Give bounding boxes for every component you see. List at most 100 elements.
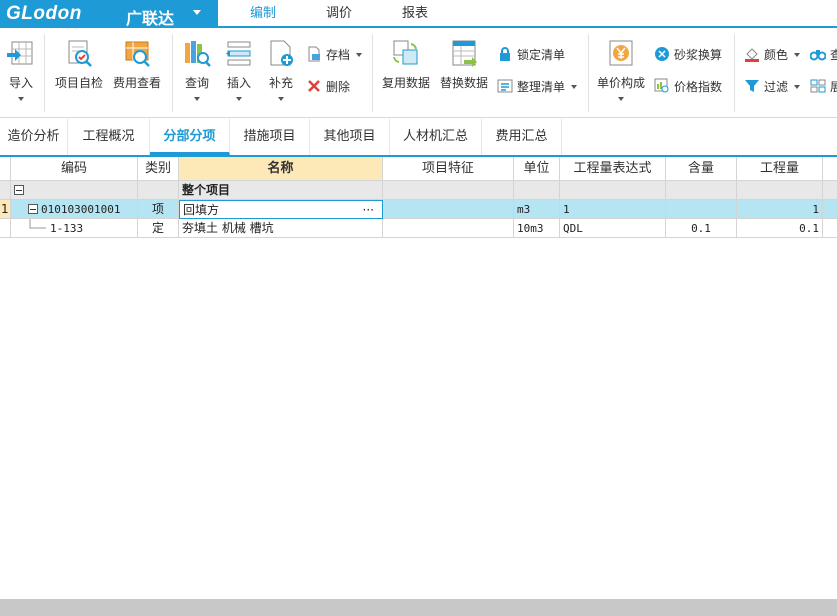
column-header-feature[interactable]: 项目特征 [383, 157, 514, 181]
table-cell-unit[interactable]: 10m3 [514, 219, 560, 238]
row-number: 1 [0, 200, 11, 219]
title-bar: GLodon 广联达 编制 调价 报表 [0, 0, 837, 28]
column-header-name[interactable]: 名称 [179, 157, 383, 181]
column-header-expression[interactable]: 工程量表达式 [560, 157, 666, 181]
table-cell-expression[interactable]: QDL [560, 219, 666, 238]
collapse-toggle-icon[interactable] [28, 204, 38, 214]
self-check-icon [68, 40, 92, 67]
menu-tab-report[interactable]: 报表 [378, 0, 452, 28]
dropdown-arrow-icon [18, 97, 24, 101]
app-logo-menu[interactable]: GLodon 广联达 [0, 0, 218, 28]
lock-icon [500, 47, 510, 61]
sort-list-icon [497, 79, 513, 93]
column-header-unit[interactable]: 单位 [514, 157, 560, 181]
ribbon-divider [734, 34, 735, 112]
row-number [0, 219, 11, 238]
table-row-code[interactable] [11, 181, 138, 200]
mortar-conversion-button[interactable]: 砂浆换算 [654, 45, 722, 65]
table-cell-content[interactable]: 0.1 [666, 219, 737, 238]
table-cell-content[interactable] [666, 181, 737, 200]
table-cell-unit[interactable]: m3 [514, 200, 560, 219]
import-button[interactable]: 导入 [4, 38, 38, 101]
table-cell-expression[interactable] [560, 181, 666, 200]
color-button[interactable]: 颜色 [744, 45, 801, 65]
logo-cn: 广联达 [126, 9, 175, 28]
table-cell-feature[interactable] [383, 219, 514, 238]
import-label: 导入 [8, 76, 33, 90]
tab-other-items[interactable]: 其他项目 [310, 119, 390, 155]
ellipsis-button[interactable]: ··· [363, 201, 374, 218]
tab-cost-analysis[interactable]: 造价分析 [0, 119, 68, 155]
ribbon-divider [172, 34, 173, 112]
filter-label: 过滤 [764, 80, 789, 94]
dropdown-arrow-icon [236, 97, 242, 101]
yen-icon [609, 40, 633, 66]
fee-view-icon [125, 41, 150, 67]
query-button[interactable]: 查询 [180, 38, 214, 101]
table-cell-name-editing[interactable]: 回填方 ··· [179, 200, 383, 219]
tab-measures[interactable]: 措施项目 [230, 119, 310, 155]
column-header-code[interactable]: 编码 [11, 157, 138, 181]
table-cell-type[interactable]: 项 [138, 200, 179, 219]
find-button[interactable]: 查 [810, 45, 837, 65]
import-icon [7, 41, 33, 65]
supplement-button[interactable]: 补充 [264, 38, 298, 101]
tab-sub-items[interactable]: 分部分项 [150, 119, 230, 155]
chevron-down-icon[interactable] [193, 10, 201, 15]
table-cell-expression[interactable]: 1 [560, 200, 666, 219]
supplement-doc-icon [270, 40, 293, 66]
color-label: 颜色 [764, 48, 789, 62]
archive-button[interactable]: 存档 [306, 45, 363, 65]
books-search-icon [185, 41, 211, 67]
self-check-label: 项目自检 [54, 76, 103, 90]
menu-tab-edit[interactable]: 编制 [226, 0, 300, 28]
page-tabs: 造价分析 工程概况 分部分项 措施项目 其他项目 人材机汇总 费用汇总 [0, 119, 837, 157]
delete-button[interactable]: 删除 [306, 77, 350, 97]
name-text: 回填方 [183, 203, 220, 217]
display-button[interactable]: 展 [810, 77, 837, 97]
table-cell-type[interactable]: 定 [138, 219, 179, 238]
table-cell-feature[interactable] [383, 200, 514, 219]
tree-connector-icon [29, 219, 46, 229]
table-cell-quantity[interactable] [737, 181, 823, 200]
reuse-data-button[interactable]: 复用数据 [378, 38, 434, 91]
table-row-code[interactable]: 010103001001 [11, 200, 138, 219]
unit-price-composition-button[interactable]: 单价构成 [594, 38, 648, 101]
price-index-icon [654, 78, 669, 93]
table-cell-filler [823, 181, 837, 200]
row-number-header [0, 157, 11, 181]
menu-tab-price-adjust[interactable]: 调价 [302, 0, 376, 28]
filter-button[interactable]: 过滤 [744, 77, 801, 97]
self-check-button[interactable]: 项目自检 [52, 38, 106, 91]
table-cell-quantity[interactable]: 1 [737, 200, 823, 219]
tab-fee-summary[interactable]: 费用汇总 [482, 119, 562, 155]
table-cell-quantity[interactable]: 0.1 [737, 219, 823, 238]
lock-list-button[interactable]: 锁定清单 [497, 45, 565, 65]
tab-labor-material-summary[interactable]: 人材机汇总 [390, 119, 482, 155]
display-label: 展 [830, 80, 837, 94]
fee-view-button[interactable]: 费用查看 [110, 38, 164, 91]
table-cell-unit[interactable] [514, 181, 560, 200]
price-index-label: 价格指数 [674, 80, 723, 94]
tab-project-overview[interactable]: 工程概况 [68, 119, 150, 155]
insert-button[interactable]: 插入 [222, 38, 256, 101]
table-row-code[interactable]: 1-133 [11, 219, 138, 238]
horizontal-scrollbar[interactable] [0, 599, 837, 616]
replace-data-button[interactable]: 替换数据 [436, 38, 492, 91]
table-cell-name[interactable]: 整个项目 [179, 181, 383, 200]
binoculars-icon [810, 50, 826, 61]
column-header-type[interactable]: 类别 [138, 157, 179, 181]
sort-list-button[interactable]: 整理清单 [497, 77, 578, 97]
table-cell-feature[interactable] [383, 181, 514, 200]
code-text: 010103001001 [41, 203, 121, 216]
column-header-content[interactable]: 含量 [666, 157, 737, 181]
table-cell-content[interactable] [666, 200, 737, 219]
table-cell-name[interactable]: 夯填土 机械 槽坑 [179, 219, 383, 238]
column-header-quantity[interactable]: 工程量 [737, 157, 823, 181]
sort-list-label: 整理清单 [517, 80, 566, 94]
table-cell-type[interactable] [138, 181, 179, 200]
price-index-button[interactable]: 价格指数 [654, 77, 722, 97]
collapse-toggle-icon[interactable] [14, 185, 24, 195]
insert-row-icon [226, 41, 251, 66]
replace-data-icon [452, 40, 477, 67]
